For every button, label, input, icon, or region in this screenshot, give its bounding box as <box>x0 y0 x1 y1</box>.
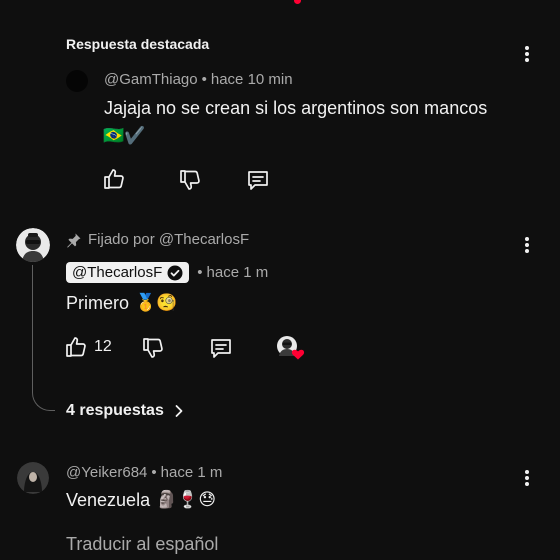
comment-meta: @GamThiago • hace 10 min <box>104 71 293 88</box>
avatar[interactable] <box>16 228 50 262</box>
more-options-icon[interactable] <box>517 468 537 488</box>
timestamp: hace 10 min <box>210 71 293 88</box>
comment-body: Venezuela 🗿🍷😓 <box>66 486 216 514</box>
more-options-icon[interactable] <box>517 44 537 64</box>
avatar[interactable] <box>66 70 88 92</box>
thread-line <box>32 265 55 411</box>
reply-button[interactable] <box>209 336 233 360</box>
chevron-right-icon <box>175 405 183 417</box>
comment-text: Venezuela <box>66 490 151 510</box>
comment-text: Jajaja no se crean si los argentinos son… <box>104 98 488 118</box>
comment-meta: @Yeiker684 • hace 1 m <box>66 464 223 481</box>
pinned-label-row: Fijado por @ThecarlosF <box>66 231 249 248</box>
pinned-label: Fijado por @ThecarlosF <box>88 231 250 248</box>
like-button[interactable]: 12 <box>64 335 112 359</box>
author-name[interactable]: @GamThiago <box>104 71 198 88</box>
comment-emoji: 🗿🍷😓 <box>156 490 217 510</box>
dislike-button[interactable] <box>178 168 202 192</box>
author-name[interactable]: @Yeiker684 <box>66 464 147 481</box>
dislike-icon <box>180 170 200 190</box>
reply-icon <box>211 339 231 358</box>
author-name: @ThecarlosF <box>72 264 163 281</box>
timestamp: hace 1 m <box>160 464 223 481</box>
author-chip[interactable]: @ThecarlosF <box>66 262 190 283</box>
like-icon <box>104 169 124 189</box>
notification-dot <box>294 0 301 4</box>
creator-heart-badge <box>276 335 306 361</box>
creator-heart-icon <box>291 349 305 360</box>
dislike-button[interactable] <box>141 336 165 360</box>
like-count: 12 <box>94 338 112 355</box>
comment-emoji: 🇧🇷✔️ <box>103 126 146 146</box>
like-button[interactable] <box>102 167 126 191</box>
pin-icon <box>67 233 81 248</box>
more-options-icon[interactable] <box>517 235 537 255</box>
reply-button[interactable] <box>246 168 270 192</box>
avatar[interactable] <box>17 462 49 494</box>
reply-icon <box>248 171 268 190</box>
replies-label: 4 respuestas <box>66 402 164 419</box>
timestamp: hace 1 m <box>206 264 269 281</box>
translate-button[interactable]: Traducir al español <box>66 534 218 555</box>
dislike-icon <box>143 338 163 358</box>
comment-body: Primero 🥇🧐 <box>66 289 177 317</box>
highlighted-reply-title: Respuesta destacada <box>66 36 210 52</box>
comment-text: Primero <box>66 293 130 313</box>
comment-emoji: 🥇🧐 <box>135 293 178 313</box>
comment-meta: @ThecarlosF • hace 1 m <box>66 262 268 283</box>
view-replies-button[interactable]: 4 respuestas <box>66 402 186 420</box>
like-icon <box>66 337 86 357</box>
verified-icon <box>167 265 183 280</box>
